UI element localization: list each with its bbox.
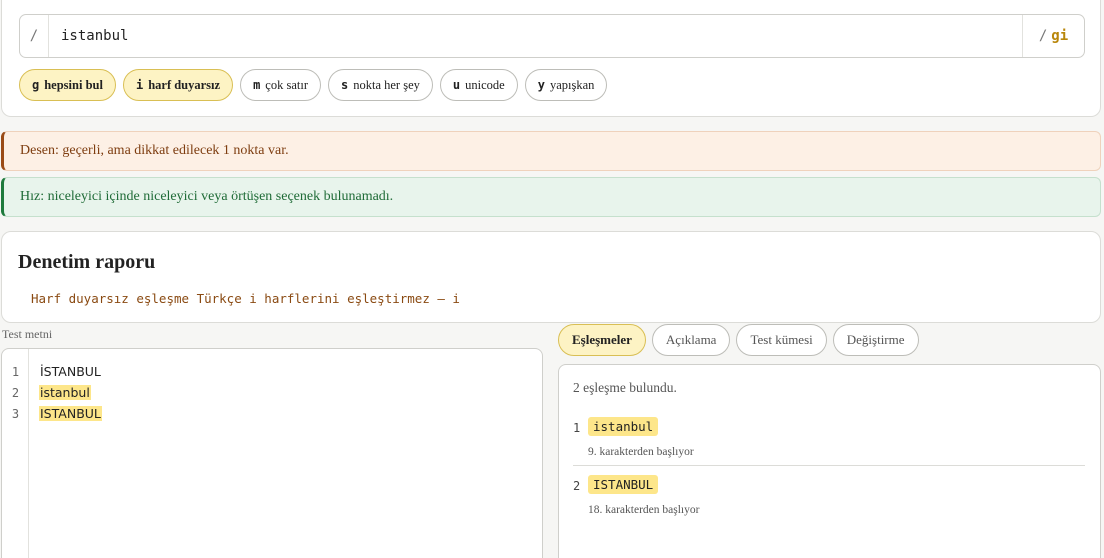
flag-label: nokta her şey [353,77,420,92]
speed-success-alert: Hız: niceleyici içinde niceleyici veya ö… [1,177,1101,217]
tab-explanation[interactable]: Açıklama [651,324,731,356]
flag-label: unicode [465,77,505,92]
pattern-flags[interactable]: / gi [1022,15,1084,57]
tab-matches[interactable]: Eşleşmeler [558,324,646,356]
test-line: 3 ISTANBUL [2,403,542,424]
flag-key: u [452,78,461,92]
line-text: İSTANBUL [40,364,101,379]
flag-key: i [135,78,144,92]
flag-label: çok satır [265,77,308,92]
flag-label: harf duyarsız [148,77,221,92]
flag-chip-ignore-case[interactable]: i harf duyarsız [122,69,234,101]
flag-label: yapışkan [549,77,595,92]
test-text-editor[interactable]: 1 İSTANBUL 2 istanbul 3 ISTANBUL [1,348,543,558]
flag-chip-unicode[interactable]: u unicode [439,69,518,101]
match-position: 9. karakterden başlıyor [588,446,694,458]
pattern-flags-text: gi [1051,28,1069,44]
pattern-bar: / istanbul / gi [19,14,1085,58]
match-value: istanbul [588,417,659,436]
flag-chips: g hepsini bul i harf duyarsız m çok satı… [19,69,608,101]
line-text-match: ISTANBUL [39,406,102,421]
match-summary: 2 eşleşme bulundu. [573,380,677,395]
pattern-open-delimiter: / [20,15,49,57]
flag-label: hepsini bul [44,77,103,92]
flag-key: y [537,78,545,92]
tab-test-suite[interactable]: Test kümesi [736,324,827,356]
flag-chip-dotall[interactable]: s nokta her şey [328,69,433,101]
pattern-warning-alert: Desen: geçerli, ama dikkat edilecek 1 no… [1,131,1101,171]
match-number: 2 [573,479,581,493]
match-divider [573,465,1085,466]
pattern-input[interactable]: istanbul [49,15,1022,57]
tab-replace[interactable]: Değiştirme [832,324,919,356]
match-value: ISTANBUL [588,475,659,494]
test-line: 1 İSTANBUL [2,361,542,382]
line-number: 2 [11,385,20,400]
line-text-match: istanbul [39,385,91,400]
test-line: 2 istanbul [2,382,542,403]
pattern-close-delimiter: / [1038,28,1048,44]
audit-report: Denetim raporu Harf duyarsız eşleşme Tür… [1,231,1101,323]
line-number: 3 [11,406,20,421]
matches-panel: 2 eşleşme bulundu. 1 istanbul 9. karakte… [558,364,1101,558]
report-issue: Harf duyarsız eşleşme Türkçe i harflerin… [31,291,460,306]
flag-chip-multiline[interactable]: m çok satır [240,69,321,101]
line-number: 1 [11,364,20,379]
report-title: Denetim raporu [18,251,156,273]
match-position: 18. karakterden başlıyor [588,504,700,516]
flag-chip-sticky[interactable]: y yapışkan [524,69,608,101]
flag-chip-global[interactable]: g hepsini bul [19,69,116,101]
flag-key: s [341,78,349,92]
flag-key: g [32,78,40,92]
pattern-panel: / istanbul / gi g hepsini bul i harf duy… [1,0,1101,117]
test-text-label: Test metni [2,327,53,341]
match-number: 1 [573,421,581,435]
flag-key: m [253,78,261,92]
result-tabs: Eşleşmeler Açıklama Test kümesi Değiştir… [558,324,919,356]
